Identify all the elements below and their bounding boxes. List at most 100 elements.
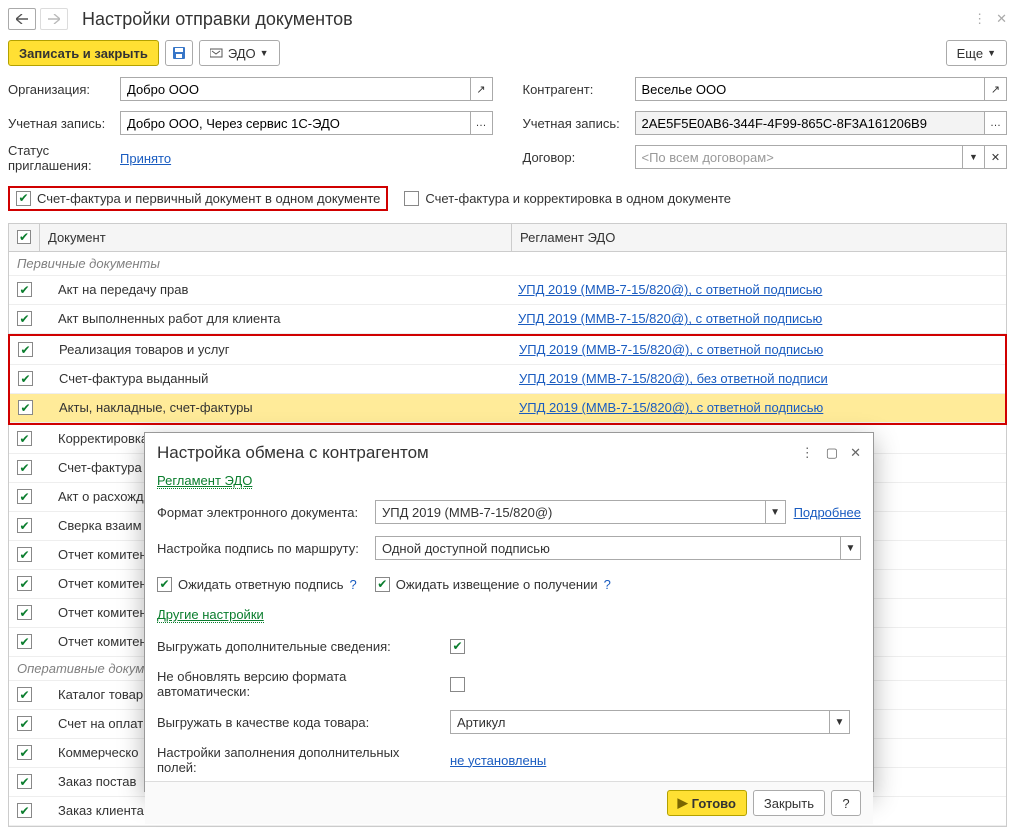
- reg-link[interactable]: УПД 2019 (ММВ-7-15/820@), с ответной под…: [518, 282, 822, 297]
- contract-clear-button[interactable]: ✕: [985, 145, 1007, 169]
- wait-sign-label: Ожидать ответную подпись: [178, 577, 344, 592]
- account-input[interactable]: [120, 111, 471, 135]
- row-checkbox[interactable]: ✔: [17, 745, 32, 760]
- row-checkbox[interactable]: ✔: [17, 605, 32, 620]
- row-checkbox[interactable]: ✔: [17, 687, 32, 702]
- row-checkbox[interactable]: ✔: [18, 342, 33, 357]
- header-checkbox[interactable]: ✔: [17, 230, 31, 244]
- format-dropdown-icon[interactable]: ▼: [766, 500, 786, 524]
- wait-sign-checkbox[interactable]: ✔: [157, 577, 172, 592]
- row-doc: Реализация товаров и услуг: [41, 342, 513, 357]
- wait-receipt-help-icon[interactable]: ?: [604, 577, 611, 592]
- correction-in-one-checkbox[interactable]: [404, 191, 419, 206]
- regulation-section-link[interactable]: Регламент ЭДО: [157, 473, 252, 489]
- wait-receipt-label: Ожидать извещение о получении: [396, 577, 598, 592]
- wait-sign-help-icon[interactable]: ?: [350, 577, 357, 592]
- row-reg: УПД 2019 (ММВ-7-15/820@), с ответной под…: [513, 342, 1005, 357]
- row-checkbox[interactable]: ✔: [17, 803, 32, 818]
- wait-receipt-checkbox[interactable]: ✔: [375, 577, 390, 592]
- row-checkbox[interactable]: ✔: [17, 431, 32, 446]
- row-checkbox[interactable]: ✔: [17, 576, 32, 591]
- contractor-account-label: Учетная запись:: [523, 116, 635, 131]
- ready-button[interactable]: ▶Готово: [667, 790, 747, 816]
- menu-dots-icon[interactable]: ⋮: [973, 11, 986, 27]
- organization-open-button[interactable]: ↗: [471, 77, 493, 101]
- account-more-button[interactable]: …: [471, 111, 493, 135]
- reg-link[interactable]: УПД 2019 (ММВ-7-15/820@), с ответной под…: [519, 400, 823, 415]
- no-update-checkbox[interactable]: [450, 677, 465, 692]
- modal-footer: ▶Готово Закрыть ?: [145, 781, 873, 824]
- back-button[interactable]: [8, 8, 36, 30]
- row-checkbox[interactable]: ✔: [17, 311, 32, 326]
- col-reg[interactable]: Регламент ЭДО: [512, 224, 1006, 251]
- close-button[interactable]: Закрыть: [753, 790, 825, 816]
- row-reg: УПД 2019 (ММВ-7-15/820@), без ответной п…: [513, 371, 1005, 386]
- row-reg: УПД 2019 (ММВ-7-15/820@), с ответной под…: [512, 311, 1006, 326]
- row-checkbox[interactable]: ✔: [17, 634, 32, 649]
- organization-input[interactable]: [120, 77, 471, 101]
- fill-settings-link[interactable]: не установлены: [450, 753, 546, 768]
- table-row[interactable]: ✔ Реализация товаров и услуг УПД 2019 (ММВ…: [10, 336, 1005, 365]
- invite-status-link[interactable]: Принято: [120, 151, 171, 166]
- row-checkbox[interactable]: ✔: [17, 518, 32, 533]
- reg-link[interactable]: УПД 2019 (ММВ-7-15/820@), с ответной под…: [519, 342, 823, 357]
- table-row[interactable]: ✔ Акт на передачу прав УПД 2019 (ММВ-7-15/…: [9, 276, 1006, 305]
- modal-title: Настройка обмена с контрагентом: [157, 443, 801, 463]
- format-select[interactable]: УПД 2019 (ММВ-7-15/820@): [375, 500, 766, 524]
- table-row[interactable]: ✔ Акт выполненных работ для клиента УПД 20…: [9, 305, 1006, 334]
- reg-link[interactable]: УПД 2019 (ММВ-7-15/820@), с ответной под…: [518, 311, 822, 326]
- route-select[interactable]: Одной доступной подписью: [375, 536, 841, 560]
- row-checkbox[interactable]: ✔: [17, 547, 32, 562]
- contractor-open-button[interactable]: ↗: [985, 77, 1007, 101]
- contract-dropdown-button[interactable]: ▼: [963, 145, 985, 169]
- edo-button[interactable]: ЭДО ▼: [199, 40, 280, 66]
- primary-in-one-label: Счет-фактура и первичный документ в одно…: [37, 191, 380, 206]
- contractor-account-more-button[interactable]: …: [985, 111, 1007, 135]
- export-code-dropdown-icon[interactable]: ▼: [830, 710, 850, 734]
- exchange-settings-modal: Настройка обмена с контрагентом ⋮ ▢ ✕ Ре…: [144, 432, 874, 792]
- row-checkbox[interactable]: ✔: [18, 400, 33, 415]
- toolbar: Записать и закрыть ЭДО ▼ Еще ▼: [8, 40, 1007, 66]
- export-extra-checkbox[interactable]: ✔: [450, 639, 465, 654]
- row-doc: Акт на передачу прав: [40, 282, 512, 297]
- close-icon[interactable]: ✕: [996, 11, 1007, 27]
- primary-in-one-checkbox[interactable]: ✔: [16, 191, 31, 206]
- route-dropdown-icon[interactable]: ▼: [841, 536, 861, 560]
- row-doc: Акты, накладные, счет-фактуры: [41, 400, 513, 415]
- table-row[interactable]: ✔ Акты, накладные, счет-фактуры УПД 2019 (…: [10, 394, 1005, 423]
- window: Настройки отправки документов ⋮ ✕ Записа…: [0, 0, 1015, 838]
- table-header: ✔ Документ Регламент ЭДО: [9, 224, 1006, 252]
- format-label: Формат электронного документа:: [157, 505, 367, 520]
- contract-input[interactable]: <По всем договорам>: [635, 145, 964, 169]
- save-close-button[interactable]: Записать и закрыть: [8, 40, 159, 66]
- other-settings-link[interactable]: Другие настройки: [157, 607, 264, 623]
- modal-close-icon[interactable]: ✕: [850, 445, 861, 461]
- contractor-account-input: [635, 111, 986, 135]
- contract-label: Договор:: [523, 150, 635, 165]
- row-checkbox[interactable]: ✔: [17, 282, 32, 297]
- row-checkbox[interactable]: ✔: [17, 460, 32, 475]
- export-code-select[interactable]: Артикул: [450, 710, 830, 734]
- reg-link[interactable]: УПД 2019 (ММВ-7-15/820@), без ответной п…: [519, 371, 828, 386]
- row-checkbox[interactable]: ✔: [17, 489, 32, 504]
- titlebar: Настройки отправки документов ⋮ ✕: [8, 8, 1007, 30]
- col-doc[interactable]: Документ: [40, 224, 512, 251]
- row-doc: Акт выполненных работ для клиента: [40, 311, 512, 326]
- modal-menu-icon[interactable]: ⋮: [801, 445, 814, 461]
- row-checkbox[interactable]: ✔: [17, 774, 32, 789]
- modal-maximize-icon[interactable]: ▢: [826, 445, 838, 461]
- form-grid: Организация: ↗ Учетная запись: … Статус …: [8, 76, 1007, 174]
- correction-in-one-label: Счет-фактура и корректировка в одном док…: [425, 191, 731, 206]
- more-button[interactable]: Еще ▼: [946, 40, 1007, 66]
- table-row[interactable]: ✔Счет-фактура выданныйУПД 2019 (ММВ-7-15…: [10, 365, 1005, 394]
- row-reg: УПД 2019 (ММВ-7-15/820@), с ответной под…: [512, 282, 1006, 297]
- help-button[interactable]: ?: [831, 790, 861, 816]
- row-checkbox[interactable]: ✔: [18, 371, 33, 386]
- forward-button[interactable]: [40, 8, 68, 30]
- save-button[interactable]: [165, 40, 193, 66]
- contractor-input[interactable]: [635, 77, 986, 101]
- row-checkbox[interactable]: ✔: [17, 716, 32, 731]
- fill-settings-label: Настройки заполнения дополнительных поле…: [157, 745, 442, 775]
- invite-status-label: Статус приглашения:: [8, 144, 120, 174]
- format-more-link[interactable]: Подробнее: [794, 505, 861, 520]
